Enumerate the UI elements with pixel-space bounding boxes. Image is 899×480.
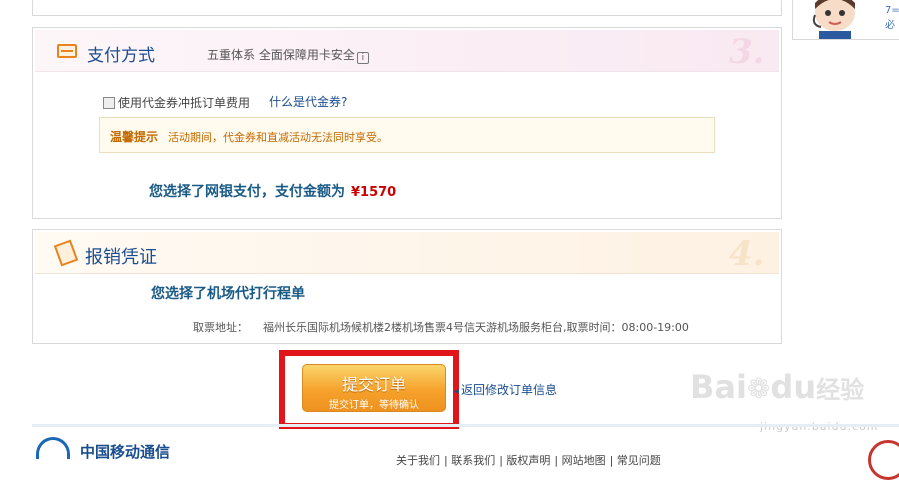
china-mobile-logo-text: 中国移动通信	[80, 443, 171, 461]
payment-section-header: 支付方式 五重体系 全面保障用卡安全 i 3.	[35, 30, 779, 72]
payment-section: 支付方式 五重体系 全面保障用卡安全 i 3. 使用代金券冲抵订单费用 什么是代金…	[32, 27, 782, 219]
receipt-section-title: 报销凭证	[85, 247, 157, 268]
what-is-voucher-link[interactable]: 什么是代金券?	[269, 93, 347, 110]
service-card-text: 7= 必	[885, 5, 899, 31]
footer-link[interactable]: 常见问题	[617, 454, 661, 467]
paw-icon: ❁	[746, 372, 771, 405]
footer-links: 关于我们 | 联系我们 | 版权声明 | 网站地图 | 常见问题	[396, 454, 661, 467]
voucher-checkbox-label: 使用代金券冲抵订单费用	[118, 96, 251, 110]
step-number: 4.	[729, 234, 765, 274]
submit-order-sublabel: 提交订单，等待确认	[329, 400, 419, 411]
submit-order-button[interactable]: 提交订单 提交订单，等待确认	[302, 364, 446, 412]
info-icon[interactable]: i	[356, 52, 369, 64]
footer-link[interactable]: 联系我们	[451, 454, 495, 467]
baidu-watermark: Bai❁du经验	[690, 368, 865, 406]
payment-section-title: 支付方式	[87, 46, 155, 66]
back-arrow-icon: ◂	[454, 386, 460, 397]
submit-order-label: 提交订单	[341, 375, 406, 394]
footer-link[interactable]: 版权声明	[506, 454, 550, 467]
credit-card-icon	[57, 44, 77, 58]
pickup-address-label: 取票地址：	[193, 321, 248, 334]
service-avatar-icon	[812, 0, 855, 39]
certification-seal-icon	[868, 440, 899, 480]
tip-box: 温馨提示 活动期间，代金券和直减活动无法同时享受。	[99, 117, 715, 153]
footer-link[interactable]: 网站地图	[562, 454, 606, 467]
back-to-edit-link[interactable]: ◂ 返回修改订单信息	[454, 381, 557, 398]
payment-security-note: 五重体系 全面保障用卡安全 i	[207, 46, 369, 64]
payment-summary: 您选择了网银支付，支付金额为 ¥1570	[149, 184, 397, 200]
footer-link[interactable]: 关于我们	[396, 454, 440, 467]
tip-text: 活动期间，代金券和直减活动无法同时享受。	[168, 131, 388, 144]
receipt-section-header: 报销凭证 4.	[35, 232, 779, 274]
receipt-icon	[53, 239, 79, 267]
china-mobile-logo-icon	[36, 437, 70, 459]
tip-title: 温馨提示	[110, 130, 159, 144]
receipt-summary: 您选择了机场代打行程单	[151, 286, 305, 302]
payment-amount: ¥1570	[351, 185, 397, 200]
step-number: 3.	[729, 32, 765, 72]
footer-divider	[32, 424, 899, 427]
previous-section-panel	[32, 0, 782, 16]
pickup-address-value: 福州长乐国际机场候机楼2楼机场售票4号信天游机场服务柜台,取票时间：08:00-…	[263, 321, 689, 334]
receipt-section: 报销凭证 4. 您选择了机场代打行程单 取票地址： 福州长乐国际机场候机楼2楼机…	[32, 229, 782, 344]
voucher-checkbox[interactable]: 使用代金券冲抵订单费用	[103, 94, 250, 111]
customer-service-card[interactable]: 7= 必	[792, 0, 899, 40]
checkbox-box[interactable]	[103, 97, 115, 109]
